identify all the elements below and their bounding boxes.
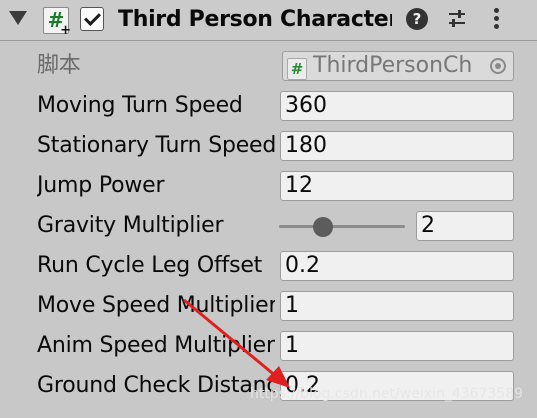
more-vertical-icon[interactable] — [488, 7, 504, 31]
object-picker-icon[interactable] — [490, 58, 506, 74]
jump-power-field[interactable]: 12 — [280, 171, 514, 201]
script-field-value: ThirdPersonCh — [313, 53, 473, 78]
property-label: Moving Turn Speed — [37, 93, 243, 118]
csharp-script-icon: # + — [43, 7, 71, 38]
property-label: Anim Speed Multiplier — [37, 333, 275, 358]
inspector-properties: 脚本 # ThirdPersonCh Moving Turn Speed 360 … — [0, 41, 537, 418]
property-label: Stationary Turn Speed — [37, 133, 275, 158]
script-file-icon: # — [287, 58, 307, 80]
presets-sliders-icon[interactable] — [446, 8, 468, 30]
property-row: Jump Power 12 — [0, 167, 537, 205]
stationary-turn-speed-field[interactable]: 180 — [280, 131, 514, 161]
moving-turn-speed-field[interactable]: 360 — [280, 91, 514, 121]
property-row: Stationary Turn Speed 180 — [0, 127, 537, 165]
property-label: Gravity Multiplier — [37, 213, 224, 238]
component-header: # + Third Person Character ? — [0, 0, 537, 41]
property-row: Anim Speed Multiplier 1 — [0, 327, 537, 365]
component-enabled-checkbox[interactable] — [80, 7, 104, 31]
property-row: Run Cycle Leg Offset 0.2 — [0, 247, 537, 285]
anim-speed-multiplier-field[interactable]: 1 — [280, 331, 514, 361]
script-row: 脚本 # ThirdPersonCh — [0, 47, 537, 85]
property-label: Ground Check Distance — [37, 373, 275, 398]
script-icon-plus: + — [60, 23, 71, 38]
component-title: Third Person Character — [118, 7, 392, 32]
gravity-multiplier-slider[interactable] — [279, 217, 405, 237]
script-label: 脚本 — [37, 53, 81, 78]
property-label: Jump Power — [37, 173, 165, 198]
property-row: Move Speed Multiplier 1 — [0, 287, 537, 325]
watermark: https://blog.csdn.net/weixin_43673589 — [250, 386, 524, 402]
foldout-arrow-icon[interactable] — [9, 11, 27, 25]
slider-thumb[interactable] — [313, 217, 334, 237]
property-row: Gravity Multiplier 2 — [0, 207, 537, 245]
help-icon[interactable]: ? — [406, 8, 428, 30]
property-row: Moving Turn Speed 360 — [0, 87, 537, 125]
run-cycle-leg-offset-field[interactable]: 0.2 — [280, 251, 514, 281]
gravity-multiplier-field[interactable]: 2 — [416, 211, 514, 241]
move-speed-multiplier-field[interactable]: 1 — [280, 291, 514, 321]
script-object-field[interactable]: # ThirdPersonCh — [282, 51, 514, 81]
property-label: Run Cycle Leg Offset — [37, 253, 263, 278]
property-label: Move Speed Multiplier — [37, 293, 275, 318]
